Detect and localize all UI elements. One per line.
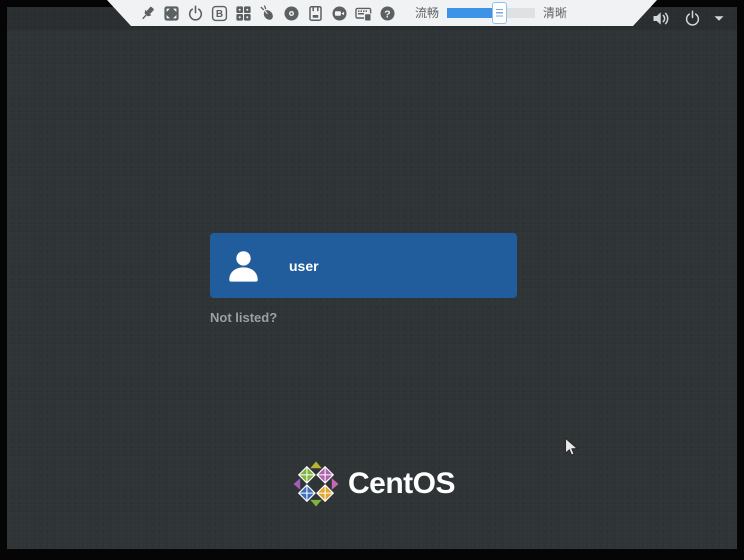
mouse-button[interactable] <box>259 5 276 22</box>
quality-slider-handle[interactable] <box>492 2 507 24</box>
help-button[interactable]: ? <box>379 5 396 22</box>
centos-wordmark: CentOS <box>348 461 455 507</box>
pin-button[interactable] <box>139 5 156 22</box>
mouse-icon <box>259 5 276 22</box>
fullscreen-icon <box>163 5 180 22</box>
not-listed-link[interactable]: Not listed? <box>210 310 277 325</box>
letter-b-button[interactable]: B <box>211 5 228 22</box>
volume-icon[interactable] <box>652 10 671 27</box>
quality-slider[interactable] <box>447 8 535 18</box>
slider-left-label: 流畅 <box>415 7 439 19</box>
viewer-toolbar: B <box>107 0 657 26</box>
quality-slider-group: 流畅 清晰 <box>415 7 567 19</box>
disk-button[interactable] <box>307 5 324 22</box>
soft-keyboard-icon <box>355 5 372 22</box>
record-button[interactable] <box>331 5 348 22</box>
svg-text:B: B <box>216 9 223 20</box>
power-button[interactable] <box>187 5 204 22</box>
disc-button[interactable] <box>283 5 300 22</box>
record-icon <box>331 5 348 22</box>
fullscreen-button[interactable] <box>163 5 180 22</box>
disc-icon <box>283 5 300 22</box>
centos-logo: CentOS <box>293 461 455 507</box>
power-icon[interactable] <box>684 10 701 27</box>
soft-keyboard-button[interactable] <box>355 5 372 22</box>
disk-icon <box>307 5 324 22</box>
slider-grip-icon <box>496 9 503 17</box>
user-list-item[interactable]: user <box>210 233 517 298</box>
keyboard-keys-button[interactable] <box>235 5 252 22</box>
pin-icon <box>139 5 156 22</box>
help-icon: ? <box>379 5 396 22</box>
user-avatar-icon <box>225 247 262 285</box>
letter-b-icon: B <box>211 5 228 22</box>
chevron-down-icon[interactable] <box>714 15 724 22</box>
remote-viewer-window: B <box>0 0 744 560</box>
centos-symbol-icon <box>293 461 339 507</box>
user-name-label: user <box>289 258 319 274</box>
keyboard-keys-icon <box>235 5 252 22</box>
power-icon <box>187 5 204 22</box>
slider-right-label: 清晰 <box>543 7 567 19</box>
svg-text:?: ? <box>384 8 390 20</box>
